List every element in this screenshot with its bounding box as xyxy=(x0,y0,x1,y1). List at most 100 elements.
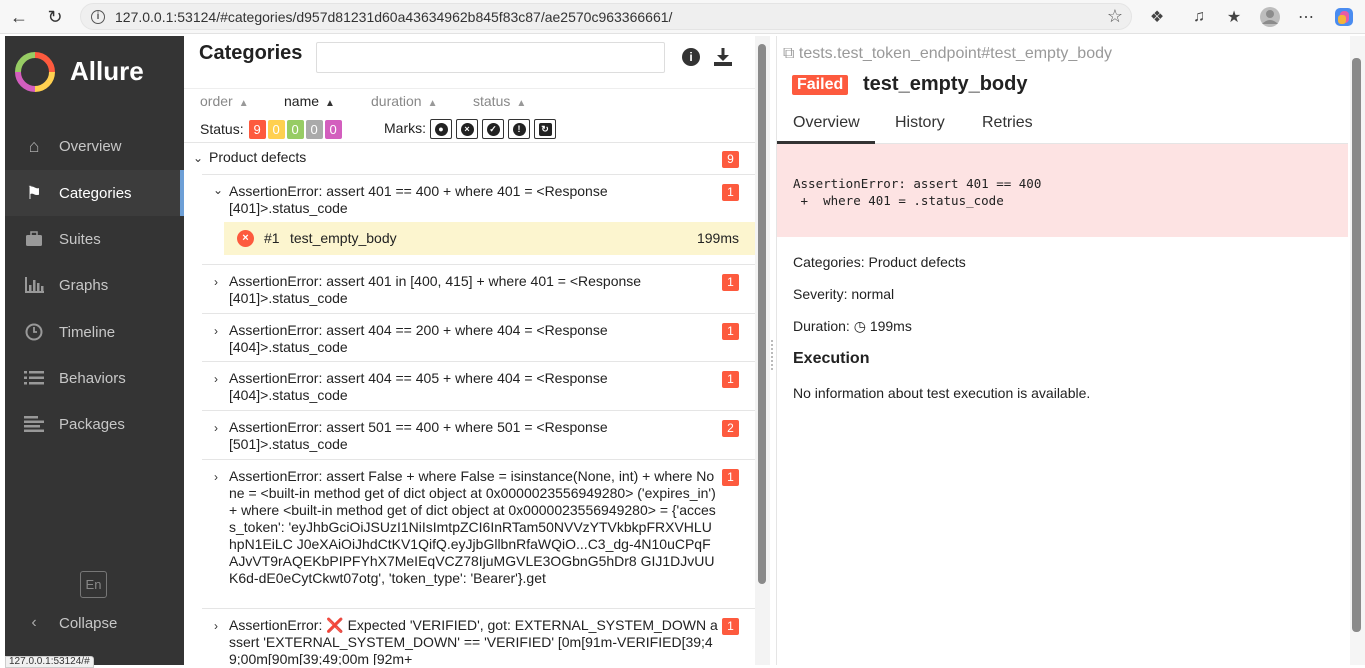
status-label: Status: xyxy=(200,121,244,137)
duration-label: Duration: xyxy=(793,318,850,334)
reload-icon[interactable]: ↻ xyxy=(42,4,68,30)
sort-label: name xyxy=(284,93,319,109)
status-unknown-toggle[interactable]: 0 xyxy=(325,120,342,139)
mark-new-failed-toggle[interactable]: × xyxy=(456,119,478,139)
download-icon[interactable] xyxy=(712,46,734,68)
sort-by-order[interactable]: order ▲︎ xyxy=(200,93,249,109)
count-badge: 1 xyxy=(722,618,739,635)
sidebar-item-label: Categories xyxy=(59,185,132,202)
category-group[interactable]: ⌄ Product defects 9 xyxy=(184,142,755,174)
sidebar-item-label: Suites xyxy=(59,231,101,248)
breadcrumb-text: tests.test_token_endpoint#test_empty_bod… xyxy=(799,45,1112,62)
tab-retries[interactable]: Retries xyxy=(982,114,1033,132)
copilot-icon[interactable] xyxy=(1332,5,1356,29)
count-badge: 9 xyxy=(722,151,739,168)
extensions-icon[interactable]: ❖ xyxy=(1145,5,1169,29)
sidebar-item-suites[interactable]: Suites xyxy=(5,216,184,262)
error-message: AssertionError: assert 401 == 400 + wher… xyxy=(793,175,1041,209)
category-row[interactable]: › AssertionError: assert 404 == 405 + wh… xyxy=(202,361,755,410)
bomb-icon: ● xyxy=(435,123,448,136)
sort-arrows-icon: ▲︎ xyxy=(428,98,438,109)
favorite-star-icon[interactable]: ☆ xyxy=(1107,6,1123,27)
status-passed-toggle[interactable]: 0 xyxy=(287,120,304,139)
sort-bar: order ▲︎ name ▲︎ duration ▲︎ status ▲︎ xyxy=(184,88,755,112)
count-badge: 2 xyxy=(722,420,739,437)
address-bar[interactable]: i 127.0.0.1:53124/#categories/d957d81231… xyxy=(80,3,1132,30)
sidebar-item-label: Timeline xyxy=(59,324,115,341)
categories-pane: Categories i order ▲︎ name ▲︎ duration ▲︎ s… xyxy=(184,36,755,665)
chevron-right-icon: › xyxy=(214,421,218,435)
status-skipped-toggle[interactable]: 0 xyxy=(306,120,323,139)
sort-label: order xyxy=(200,93,233,109)
status-filter: Status: 9 0 0 0 0 xyxy=(200,118,342,140)
mark-new-passed-toggle[interactable]: ✓ xyxy=(482,119,504,139)
sidebar-item-behaviors[interactable]: Behaviors xyxy=(5,355,184,401)
category-row[interactable]: › AssertionError: assert False + where F… xyxy=(202,459,755,608)
chevron-right-icon: › xyxy=(214,275,218,289)
bar-chart-icon xyxy=(23,274,45,296)
mark-new-broken-toggle[interactable]: ! xyxy=(508,119,530,139)
sidebar-item-overview[interactable]: ⌂ Overview xyxy=(5,123,184,169)
sidebar-item-timeline[interactable]: Timeline xyxy=(5,309,184,355)
category-row[interactable]: › AssertionError: ❌ Expected 'VERIFIED',… xyxy=(202,608,755,665)
count-badge: 1 xyxy=(722,274,739,291)
row-title: AssertionError: assert 404 == 405 + wher… xyxy=(229,370,719,404)
sort-by-duration[interactable]: duration ▲︎ xyxy=(371,93,438,109)
media-icon[interactable]: ♫ xyxy=(1187,5,1211,29)
chevron-down-icon: ⌄ xyxy=(193,151,203,165)
mark-flaky-toggle[interactable]: ● xyxy=(430,119,452,139)
chevron-right-icon: › xyxy=(214,372,218,386)
test-row[interactable]: × #1 test_empty_body 199ms xyxy=(224,222,755,255)
sort-label: status xyxy=(473,93,510,109)
test-duration: 199ms xyxy=(697,230,739,246)
category-row[interactable]: › AssertionError: assert 404 == 200 + wh… xyxy=(202,313,755,361)
execution-heading: Execution xyxy=(793,350,869,368)
url-text[interactable]: 127.0.0.1:53124/#categories/d957d81231d6… xyxy=(115,9,672,25)
language-button[interactable]: En xyxy=(80,571,107,598)
info-icon[interactable]: i xyxy=(682,48,700,66)
category-row[interactable]: › AssertionError: assert 401 in [400, 41… xyxy=(202,264,755,313)
left-scrollbar-thumb[interactable] xyxy=(758,44,766,584)
copy-icon[interactable]: ⧉ xyxy=(783,45,794,62)
sidebar-item-packages[interactable]: Packages xyxy=(5,401,184,447)
category-row[interactable]: ⌄ AssertionError: assert 401 == 400 + wh… xyxy=(202,174,755,222)
back-icon[interactable]: ← xyxy=(6,4,32,30)
row-title: AssertionError: assert False + where Fal… xyxy=(229,468,719,587)
sort-by-name[interactable]: name ▲︎ xyxy=(284,93,335,109)
list-icon xyxy=(23,367,45,389)
clock-icon xyxy=(23,321,45,343)
tab-overview[interactable]: Overview xyxy=(793,114,860,132)
favorites-icon[interactable]: ★ xyxy=(1222,5,1246,29)
brand-name: Allure xyxy=(70,56,144,87)
page-title: Categories xyxy=(199,42,302,65)
category-row[interactable]: › AssertionError: assert 501 == 400 + wh… xyxy=(202,410,755,459)
categories-info: Categories: Product defects xyxy=(793,254,966,270)
mark-retries-toggle[interactable]: ↻ xyxy=(534,119,556,139)
check-circle-icon: ✓ xyxy=(487,123,500,136)
sort-label: duration xyxy=(371,93,422,109)
sort-arrows-icon: ▲︎ xyxy=(516,98,526,109)
error-message-box: AssertionError: assert 401 == 400 + wher… xyxy=(777,144,1348,237)
sidebar-item-graphs[interactable]: Graphs xyxy=(5,262,184,308)
status-bar-url: 127.0.0.1:53124/# xyxy=(5,656,94,668)
row-title: AssertionError: assert 501 == 400 + wher… xyxy=(229,419,719,453)
site-info-icon[interactable]: i xyxy=(91,10,105,24)
sort-by-status[interactable]: status ▲︎ xyxy=(473,93,526,109)
test-breadcrumb[interactable]: ⧉ tests.test_token_endpoint#test_empty_b… xyxy=(783,45,1112,63)
sort-arrows-icon: ▲︎ xyxy=(325,98,335,109)
right-scrollbar-thumb[interactable] xyxy=(1352,58,1361,632)
status-broken-toggle[interactable]: 0 xyxy=(268,120,285,139)
resize-handle-icon[interactable] xyxy=(771,340,775,370)
sidebar-item-label: Behaviors xyxy=(59,370,126,387)
group-title: Product defects xyxy=(209,149,306,165)
search-input[interactable] xyxy=(316,42,665,73)
test-detail-pane: ⧉ tests.test_token_endpoint#test_empty_b… xyxy=(776,36,1365,665)
status-failed-toggle[interactable]: 9 xyxy=(249,120,266,139)
profile-avatar-icon[interactable] xyxy=(1258,5,1282,29)
collapse-button[interactable]: ‹ Collapse xyxy=(5,603,184,643)
more-menu-icon[interactable]: ⋯ xyxy=(1294,5,1318,29)
sidebar-item-categories[interactable]: ⚑ Categories xyxy=(5,170,184,216)
exclamation-circle-icon: ! xyxy=(513,123,526,136)
row-title: AssertionError: assert 401 == 400 + wher… xyxy=(229,183,719,217)
tab-history[interactable]: History xyxy=(895,114,945,132)
